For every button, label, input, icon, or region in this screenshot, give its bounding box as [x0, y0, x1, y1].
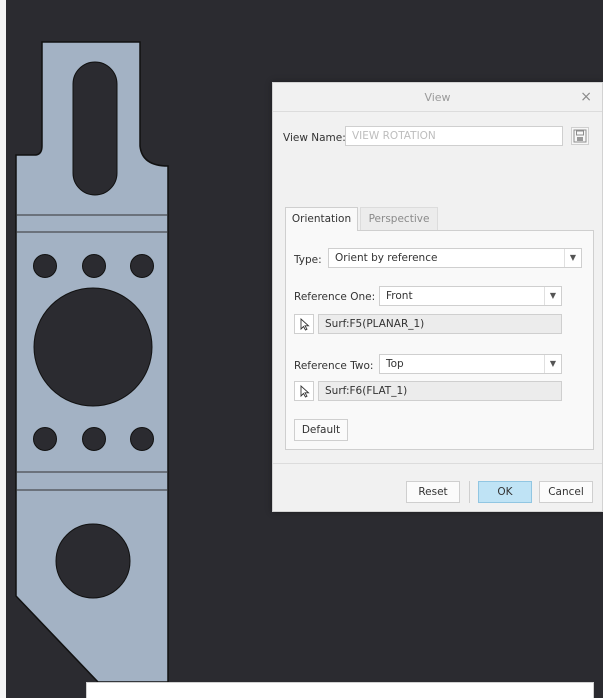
reference-two-label: Reference Two:	[294, 360, 374, 372]
ok-button[interactable]: OK	[478, 481, 532, 503]
slot-cutout	[72, 61, 118, 196]
hole-small	[130, 427, 154, 451]
hole-small	[82, 254, 106, 278]
reference-two-select[interactable]: Top ▼	[379, 354, 562, 374]
tab-perspective[interactable]: Perspective	[360, 207, 438, 231]
bottom-message-panel	[86, 682, 594, 698]
hole-small	[33, 427, 57, 451]
chevron-down-icon: ▼	[564, 249, 581, 267]
view-dialog: View × View Name: VIEW ROTATION Orientat…	[272, 82, 603, 512]
tab-orientation[interactable]: Orientation	[285, 207, 358, 231]
hole-large	[33, 287, 153, 407]
footer-divider	[273, 463, 602, 464]
default-button[interactable]: Default	[294, 419, 348, 441]
dialog-titlebar[interactable]: View ×	[273, 83, 602, 112]
close-icon[interactable]: ×	[580, 89, 592, 105]
reference-two-surface-field[interactable]: Surf:F6(FLAT_1)	[318, 381, 562, 401]
view-name-label: View Name:	[283, 132, 346, 144]
view-name-input[interactable]: VIEW ROTATION	[345, 126, 563, 146]
hole-medium	[55, 523, 131, 599]
dialog-title: View	[424, 91, 451, 104]
type-label: Type:	[294, 254, 322, 266]
reference-one-value: Front	[386, 290, 413, 302]
chevron-down-icon: ▼	[544, 355, 561, 373]
reference-two-value: Top	[386, 358, 404, 370]
save-icon-graphic	[573, 129, 587, 143]
hole-small	[33, 254, 57, 278]
cursor-arrow-icon	[300, 384, 310, 398]
reference-one-surface-field[interactable]: Surf:F5(PLANAR_1)	[318, 314, 562, 334]
cancel-button[interactable]: Cancel	[539, 481, 593, 503]
reference-one-pick-button[interactable]	[294, 314, 314, 334]
orientation-panel: Type: Orient by reference ▼ Reference On…	[285, 230, 594, 450]
reference-one-label: Reference One:	[294, 291, 376, 303]
hole-small	[130, 254, 154, 278]
floppy-disk-icon[interactable]	[571, 127, 589, 145]
type-select[interactable]: Orient by reference ▼	[328, 248, 582, 268]
cursor-arrow-icon	[300, 317, 310, 331]
reset-button[interactable]: Reset	[406, 481, 460, 503]
button-separator	[469, 481, 470, 503]
hole-small	[82, 427, 106, 451]
chevron-down-icon: ▼	[544, 287, 561, 305]
reference-two-pick-button[interactable]	[294, 381, 314, 401]
reference-one-select[interactable]: Front ▼	[379, 286, 562, 306]
type-value: Orient by reference	[335, 252, 438, 264]
